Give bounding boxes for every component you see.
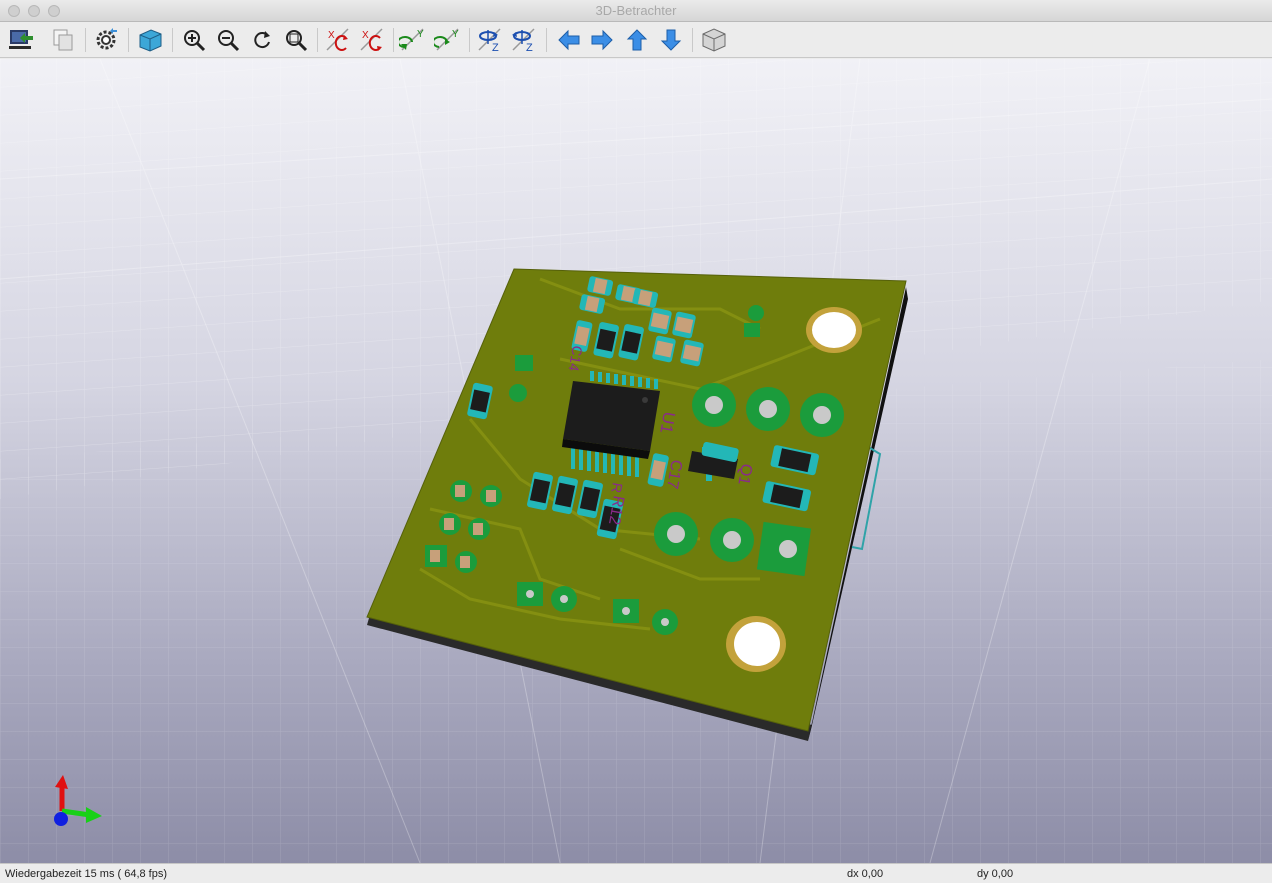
settings-icon: [96, 28, 117, 50]
redraw-icon: [254, 31, 270, 49]
zoom-in-icon: [184, 30, 206, 52]
redraw-button[interactable]: [247, 25, 277, 55]
rotate-x-cw-icon: X: [326, 28, 349, 51]
pan-up-button[interactable]: [622, 25, 652, 55]
scene-canvas: U1 C17 Q1 R12 C14 R: [0, 59, 1272, 863]
raytracing-icon: [139, 29, 162, 52]
dy-readout: dy 0,00: [977, 868, 1014, 880]
svg-text:Z: Z: [492, 42, 499, 54]
svg-text:Y: Y: [417, 29, 424, 40]
svg-text:Z: Z: [526, 42, 533, 54]
svg-text:Y: Y: [452, 29, 459, 40]
pan-left-icon: [558, 29, 580, 51]
orthographic-icon: [702, 28, 726, 52]
rotate-z-cw-icon: Z: [478, 28, 501, 54]
title-bar: 3D-Betrachter: [0, 0, 1272, 22]
dx-readout: dx 0,00: [847, 868, 884, 880]
reload-board-button[interactable]: [6, 25, 36, 55]
rotate-z-ccw-icon: Z: [512, 28, 535, 54]
copy-image-button[interactable]: [48, 25, 78, 55]
rotate-z-cw-button[interactable]: Z: [475, 25, 505, 55]
settings-button[interactable]: [92, 25, 122, 55]
window-title: 3D-Betrachter: [595, 3, 677, 18]
toolbar: X X Y Y Z Z: [0, 22, 1272, 58]
rotate-y-ccw-button[interactable]: Y: [433, 25, 463, 55]
raytracing-button[interactable]: [135, 25, 165, 55]
status-bar: Wiedergabezeit 15 ms ( 64,8 fps) dx 0,00…: [0, 863, 1272, 883]
rotate-x-ccw-icon: X: [360, 28, 383, 51]
render-time-text: Wiedergabezeit 15 ms ( 64,8 fps): [5, 868, 168, 880]
pan-up-icon: [626, 29, 648, 51]
pan-right-button[interactable]: [587, 25, 617, 55]
rotate-x-ccw-button[interactable]: X: [357, 25, 387, 55]
zoom-out-icon: [218, 30, 240, 52]
copy-image-icon: [53, 29, 73, 51]
rotate-x-cw-button[interactable]: X: [323, 25, 353, 55]
zoom-in-button[interactable]: [179, 25, 209, 55]
zoom-fit-button[interactable]: [281, 25, 311, 55]
zoom-fit-icon: [286, 30, 308, 52]
rotate-y-cw-button[interactable]: Y: [398, 25, 428, 55]
rotate-y-cw-icon: Y: [399, 28, 424, 51]
svg-text:U1: U1: [656, 410, 678, 435]
reload-board-icon: [9, 30, 33, 49]
pan-right-icon: [591, 29, 613, 51]
svg-text:X: X: [362, 30, 369, 41]
pan-down-button[interactable]: [656, 25, 686, 55]
rotate-y-ccw-icon: Y: [434, 28, 459, 51]
viewer-window: 3D-Betrachter X X Y Y Z Z U1 C17 Q1 R12 …: [0, 0, 1272, 883]
rotate-z-ccw-button[interactable]: Z: [509, 25, 539, 55]
svg-text:X: X: [328, 30, 335, 41]
pan-left-button[interactable]: [554, 25, 584, 55]
orthographic-button[interactable]: [699, 25, 729, 55]
pan-down-icon: [660, 29, 682, 51]
zoom-out-button[interactable]: [213, 25, 243, 55]
3d-viewport[interactable]: U1 C17 Q1 R12 C14 R: [0, 59, 1272, 863]
